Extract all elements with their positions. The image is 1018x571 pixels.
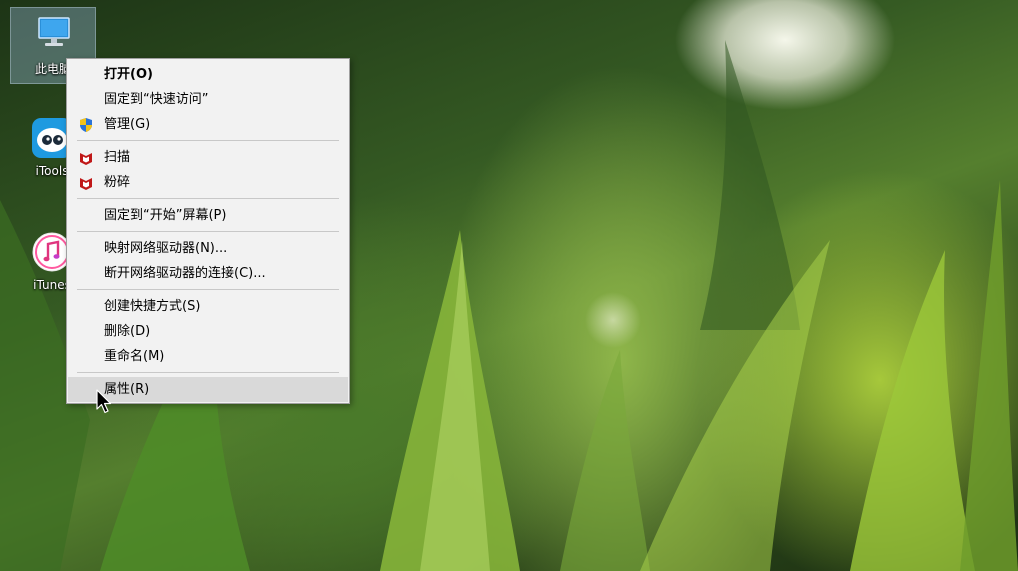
menu-separator bbox=[77, 198, 339, 199]
menu-item-pin-start[interactable]: 固定到“开始”屏幕(P) bbox=[67, 203, 349, 228]
computer-icon bbox=[31, 12, 75, 56]
menu-separator bbox=[77, 289, 339, 290]
mouse-cursor-icon bbox=[96, 389, 112, 414]
uac-shield-icon bbox=[80, 118, 92, 132]
menu-item-rename[interactable]: 重命名(M) bbox=[67, 344, 349, 369]
menu-item-label: 粉碎 bbox=[104, 175, 131, 190]
menu-item-pin-quick-access[interactable]: 固定到“快速访问” bbox=[67, 87, 349, 112]
desktop[interactable]: 此电脑 iTools iTunes 打开(O) 固定到“快速访问” 管理(G) … bbox=[0, 0, 1018, 571]
menu-item-label: 断开网络驱动器的连接(C)... bbox=[104, 266, 266, 281]
menu-item-manage[interactable]: 管理(G) bbox=[67, 112, 349, 137]
menu-item-label: 打开(O) bbox=[104, 67, 153, 82]
menu-item-label: 管理(G) bbox=[104, 117, 151, 132]
mcafee-icon bbox=[80, 178, 92, 190]
menu-item-label: 删除(D) bbox=[104, 324, 151, 339]
menu-item-disconnect-network-drive[interactable]: 断开网络驱动器的连接(C)... bbox=[67, 261, 349, 286]
context-menu: 打开(O) 固定到“快速访问” 管理(G) 扫描 粉碎 固定到“开始”屏幕(P)… bbox=[66, 58, 350, 404]
menu-item-open[interactable]: 打开(O) bbox=[67, 62, 349, 87]
menu-item-label: 映射网络驱动器(N)... bbox=[104, 241, 228, 256]
menu-item-label: 固定到“开始”屏幕(P) bbox=[104, 208, 227, 223]
menu-item-label: 扫描 bbox=[104, 150, 131, 165]
menu-item-label: 重命名(M) bbox=[104, 349, 165, 364]
mcafee-icon bbox=[80, 153, 92, 165]
menu-item-label: 固定到“快速访问” bbox=[104, 92, 209, 107]
menu-item-scan[interactable]: 扫描 bbox=[67, 145, 349, 170]
menu-item-label: 创建快捷方式(S) bbox=[104, 299, 201, 314]
menu-separator bbox=[77, 372, 339, 373]
menu-item-map-network-drive[interactable]: 映射网络驱动器(N)... bbox=[67, 236, 349, 261]
menu-item-create-shortcut[interactable]: 创建快捷方式(S) bbox=[67, 294, 349, 319]
menu-item-shred[interactable]: 粉碎 bbox=[67, 170, 349, 195]
menu-separator bbox=[77, 231, 339, 232]
menu-separator bbox=[77, 140, 339, 141]
menu-item-delete[interactable]: 删除(D) bbox=[67, 319, 349, 344]
